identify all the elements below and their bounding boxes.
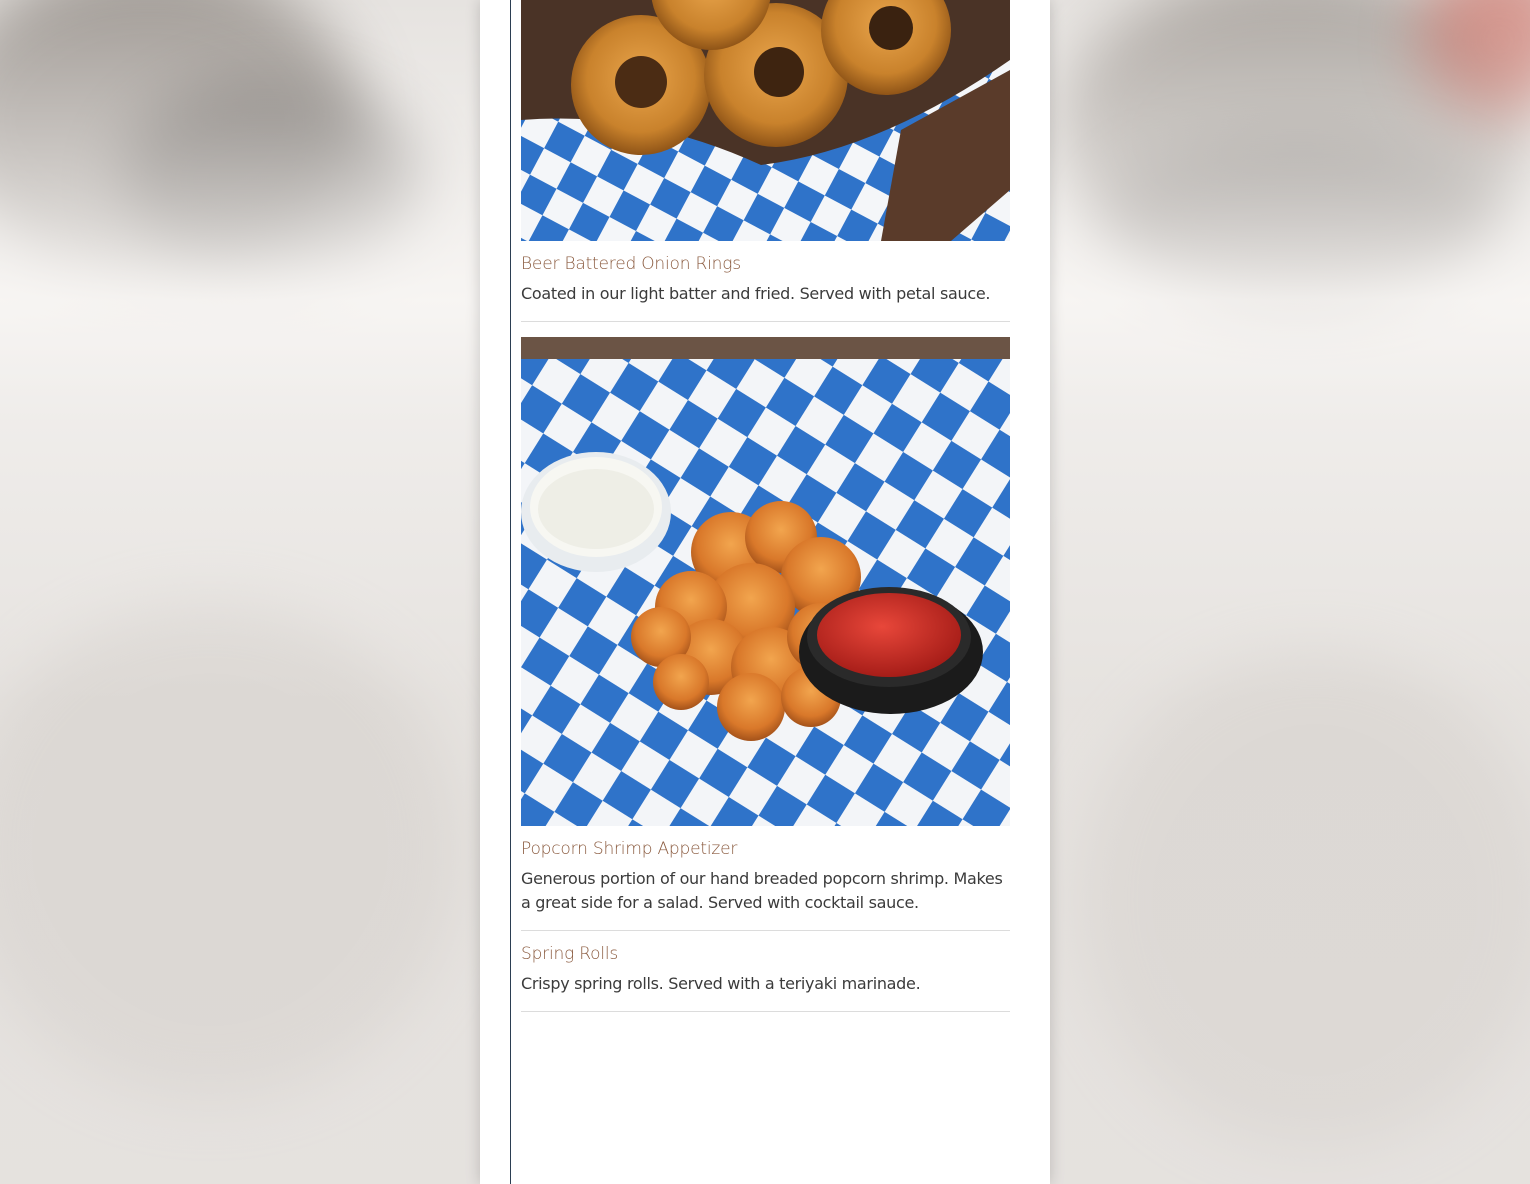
item-name[interactable]: Spring Rolls xyxy=(521,944,1010,964)
item-divider xyxy=(521,1011,1010,1012)
popcorn-shrimp-photo xyxy=(521,337,1010,826)
item-description: Crispy spring rolls. Served with a teriy… xyxy=(521,974,921,993)
menu-item-onion-rings[interactable] xyxy=(521,0,1010,241)
left-border-rule xyxy=(510,0,511,1184)
menu-panel: Beer Battered Onion Rings Coated in our … xyxy=(480,0,1050,1184)
onion-rings-photo xyxy=(521,0,1010,241)
item-description: Coated in our light batter and fried. Se… xyxy=(521,284,991,303)
item-name[interactable]: Popcorn Shrimp Appetizer xyxy=(521,839,1010,859)
item-divider xyxy=(521,321,1010,322)
menu-item-popcorn-shrimp[interactable] xyxy=(521,337,1010,826)
item-description: Generous portion of our hand breaded pop… xyxy=(521,869,1003,912)
item-divider xyxy=(521,930,1010,931)
menu-item-spring-rolls[interactable]: Spring Rolls Crispy spring rolls. Served… xyxy=(521,944,1010,996)
item-name[interactable]: Beer Battered Onion Rings xyxy=(521,254,1010,274)
